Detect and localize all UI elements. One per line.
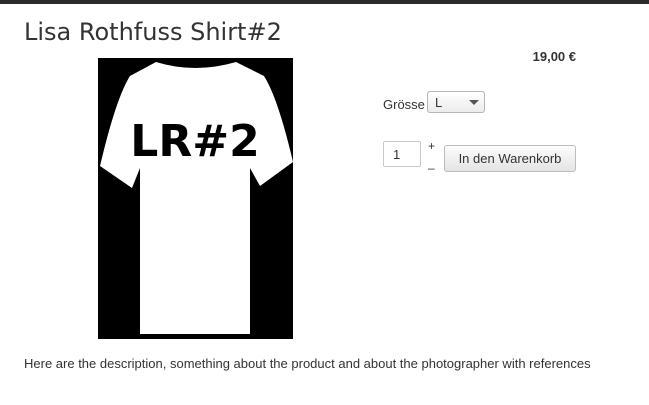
top-bar	[0, 0, 649, 4]
size-select-value: L	[435, 95, 443, 110]
add-to-cart-button[interactable]: In den Warenkorb	[444, 145, 576, 172]
product-description: Here are the description, something abou…	[24, 356, 591, 371]
size-label: Grösse	[383, 97, 425, 112]
tshirt-graphic: LR#2	[100, 62, 293, 334]
chevron-down-icon	[469, 100, 479, 105]
shirt-print-text: LR#2	[130, 116, 259, 167]
quantity-increase-button[interactable]: +	[428, 140, 435, 152]
quantity-input[interactable]	[383, 141, 421, 167]
size-select[interactable]: L	[427, 91, 485, 113]
product-title: Lisa Rothfuss Shirt#2	[24, 18, 282, 46]
quantity-decrease-button[interactable]: –	[428, 162, 435, 174]
product-price: 19,00 €	[532, 49, 576, 64]
product-image: LR#2	[98, 58, 293, 339]
